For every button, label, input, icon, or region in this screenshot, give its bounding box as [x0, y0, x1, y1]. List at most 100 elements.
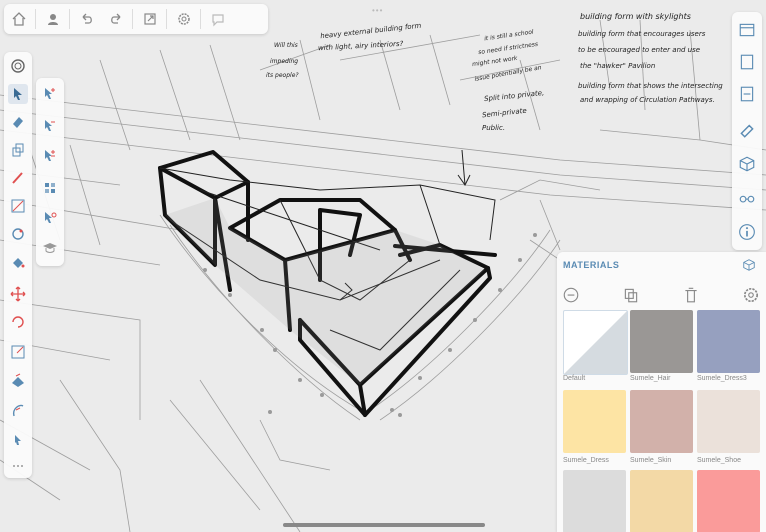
- home-button[interactable]: [4, 4, 33, 34]
- material-swatch[interactable]: [630, 470, 693, 532]
- material-swatch[interactable]: [697, 470, 760, 532]
- note-impeding: impeding: [270, 58, 299, 65]
- eraser-tool[interactable]: [8, 112, 28, 132]
- material-label: Sumele_Dress: [563, 457, 609, 464]
- select-remove-tool[interactable]: [40, 116, 60, 136]
- arrow-tool[interactable]: [8, 430, 28, 450]
- material-label: Default: [563, 375, 586, 382]
- material-swatch-default[interactable]: [563, 310, 628, 375]
- select-remove-icon: [45, 120, 55, 131]
- undo-icon: [82, 13, 92, 24]
- select-connected-tool[interactable]: [40, 208, 60, 228]
- scenes-button[interactable]: [737, 20, 757, 40]
- select-toggle-icon: [45, 150, 55, 161]
- select-material-tool[interactable]: [40, 238, 60, 258]
- redo-icon: [110, 13, 120, 24]
- follow-me-tool[interactable]: [8, 370, 28, 390]
- settings-icon: [177, 13, 190, 25]
- user-icon: [47, 14, 58, 25]
- offset-tool[interactable]: [8, 400, 28, 420]
- views-icon: [740, 54, 754, 70]
- materials-panel: MATERIALS Default Sumele_Hair Sumele_Dre…: [557, 252, 766, 532]
- material-swatch[interactable]: [630, 310, 693, 373]
- follow-me-icon: [12, 373, 24, 387]
- move-icon: [10, 286, 26, 302]
- material-swatch[interactable]: [630, 390, 693, 453]
- default-material-preview: [564, 311, 627, 374]
- home-indicator[interactable]: [283, 523, 485, 527]
- settings-material-icon[interactable]: [742, 286, 760, 304]
- components-button[interactable]: [737, 154, 757, 174]
- note-will-this: Will this: [274, 42, 298, 49]
- select-subtools: [36, 78, 64, 266]
- glasses-icon: [739, 195, 755, 203]
- pencil-tool[interactable]: [8, 168, 28, 188]
- toolbar-divider: [166, 9, 167, 29]
- toolbar-divider: [35, 9, 36, 29]
- paint-bucket-tool[interactable]: [8, 252, 28, 272]
- material-label: Sumele_Shoe: [697, 457, 741, 464]
- styles-button[interactable]: [737, 120, 757, 140]
- layers-button[interactable]: [8, 56, 28, 76]
- material-label: Sumele_Dress3: [697, 375, 747, 382]
- materials-actions: [557, 284, 766, 306]
- export-button[interactable]: [135, 4, 164, 34]
- more-tools-button[interactable]: [8, 456, 28, 476]
- toolbar-divider: [69, 9, 70, 29]
- scale-tool[interactable]: [8, 342, 28, 362]
- orbit-tool[interactable]: [8, 224, 28, 244]
- note-enter-use: to be encouraged to enter and use: [578, 46, 701, 54]
- material-swatch[interactable]: [563, 390, 626, 453]
- scenes-icon: [739, 23, 755, 37]
- settings-button[interactable]: [169, 4, 198, 34]
- eraser-icon: [13, 117, 23, 128]
- more-icon: [13, 465, 23, 467]
- note-its-people: its people?: [266, 72, 299, 79]
- note-encourages: building form that encourages users: [578, 30, 706, 38]
- select-connected-icon: [45, 212, 57, 223]
- material-cube-icon[interactable]: [742, 258, 756, 272]
- undo-button[interactable]: [72, 4, 101, 34]
- layers-icon: [11, 59, 25, 73]
- material-swatch[interactable]: [697, 310, 760, 373]
- account-button[interactable]: [38, 4, 67, 34]
- toolbar-divider: [132, 9, 133, 29]
- select-add-tool[interactable]: [40, 84, 60, 104]
- redo-button[interactable]: [101, 4, 130, 34]
- material-label: Sumele_Skin: [630, 457, 672, 464]
- left-toolbar: [4, 52, 32, 478]
- select-all-tool[interactable]: [40, 178, 60, 198]
- add-material-icon[interactable]: [562, 286, 580, 304]
- export-icon: [143, 13, 156, 25]
- push-pull-tool[interactable]: [8, 140, 28, 160]
- drag-handle[interactable]: •••: [372, 6, 383, 15]
- move-tool[interactable]: [8, 284, 28, 304]
- styles-icon: [740, 124, 754, 138]
- material-swatch[interactable]: [563, 470, 626, 532]
- rotate-icon: [12, 316, 24, 328]
- views-button[interactable]: [737, 52, 757, 72]
- pencil-icon: [12, 172, 23, 184]
- right-toolbar: [732, 12, 762, 250]
- note-public: Public.: [482, 124, 506, 132]
- line-icon: [11, 199, 25, 213]
- duplicate-material-icon[interactable]: [622, 286, 640, 304]
- materials-title: MATERIALS: [563, 260, 620, 270]
- delete-material-icon[interactable]: [682, 286, 700, 304]
- top-toolbar: [4, 4, 268, 34]
- info-button[interactable]: [737, 222, 757, 242]
- section-button[interactable]: [737, 84, 757, 104]
- paint-bucket-icon: [13, 258, 25, 268]
- offset-icon: [12, 404, 24, 417]
- comment-button[interactable]: [203, 4, 232, 34]
- comment-icon: [211, 14, 224, 27]
- glasses-button[interactable]: [737, 188, 757, 208]
- material-swatch[interactable]: [697, 390, 760, 453]
- select-toggle-tool[interactable]: [40, 146, 60, 166]
- note-intersecting: building form that shows the intersectin…: [578, 82, 723, 90]
- line-tool[interactable]: [8, 196, 28, 216]
- note-skylights: building form with skylights: [580, 12, 691, 21]
- note-circulation: and wrapping of Circulation Pathways.: [580, 96, 715, 104]
- rotate-tool[interactable]: [8, 312, 28, 332]
- select-tool[interactable]: [8, 84, 28, 104]
